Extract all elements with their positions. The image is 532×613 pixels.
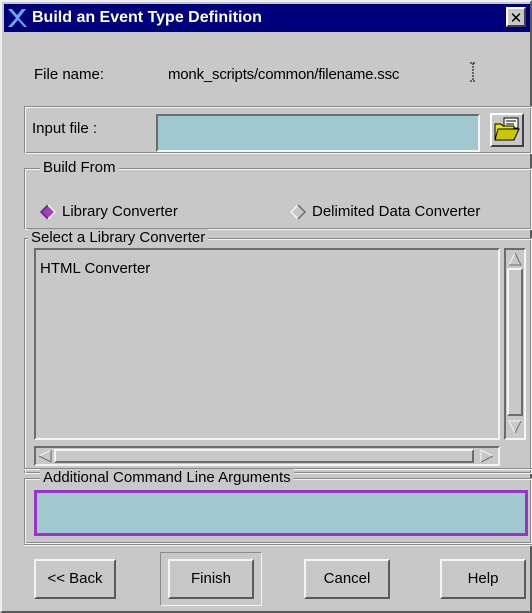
title-bar[interactable]: Build an Event Type Definition ✕ xyxy=(4,4,530,32)
additional-args-field[interactable] xyxy=(34,490,528,536)
file-name-value: monk_scripts/common/filename.ssc xyxy=(168,66,400,83)
additional-args-title: Additional Command Line Arguments xyxy=(40,469,294,486)
browse-button[interactable] xyxy=(490,113,524,147)
close-button[interactable]: ✕ xyxy=(506,7,526,27)
radio-delimited-data-converter-label[interactable]: Delimited Data Converter xyxy=(312,203,480,220)
input-file-label: Input file : xyxy=(32,120,98,137)
list-item[interactable]: HTML Converter xyxy=(40,260,150,277)
x-logo-icon xyxy=(8,9,27,27)
build-from-title: Build From xyxy=(40,159,119,176)
window-title: Build an Event Type Definition xyxy=(32,9,262,26)
folder-open-icon xyxy=(494,117,520,141)
scroll-left-icon[interactable] xyxy=(38,449,52,463)
library-converter-title: Select a Library Converter xyxy=(28,229,209,246)
finish-button[interactable]: Finish xyxy=(168,559,254,599)
dialog-window: Build an Event Type Definition ✕ File na… xyxy=(0,0,532,613)
scroll-right-icon[interactable] xyxy=(480,449,494,463)
scroll-down-icon[interactable] xyxy=(508,420,522,434)
vertical-scroll-thumb[interactable] xyxy=(507,268,523,416)
radio-library-converter-label[interactable]: Library Converter xyxy=(62,203,178,220)
cancel-button[interactable]: Cancel xyxy=(304,559,390,599)
buttons-divider xyxy=(24,544,532,546)
radio-delimited-data-converter[interactable] xyxy=(290,204,306,220)
horizontal-scrollbar[interactable] xyxy=(34,446,500,466)
vertical-scrollbar[interactable] xyxy=(504,248,526,440)
help-button[interactable]: Help xyxy=(440,559,526,599)
scroll-up-icon[interactable] xyxy=(508,252,522,266)
back-button[interactable]: << Back xyxy=(34,559,116,599)
text-cursor-icon xyxy=(470,62,476,82)
converter-list[interactable]: HTML Converter xyxy=(34,248,500,440)
build-from-group xyxy=(24,168,532,230)
file-name-label: File name: xyxy=(34,66,105,83)
input-file-field[interactable] xyxy=(156,114,480,152)
radio-library-converter[interactable] xyxy=(40,204,56,220)
horizontal-scroll-thumb[interactable] xyxy=(54,449,474,463)
